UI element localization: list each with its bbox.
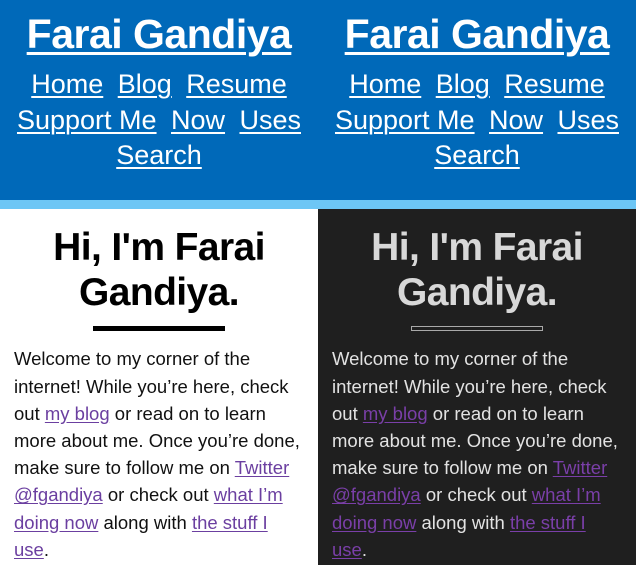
nav-item-uses-dark[interactable]: Uses: [557, 105, 619, 135]
hero-link-my-blog[interactable]: my blog: [45, 403, 110, 424]
site-title-link[interactable]: Farai Gandiya: [27, 11, 292, 57]
hero-divider-dark: [411, 326, 543, 332]
site-title-link-dark[interactable]: Farai Gandiya: [345, 11, 610, 57]
primary-navigation-dark: Home Blog Resume Support Me Now Uses Sea…: [318, 59, 636, 174]
hero-heading: Hi, I'm Farai Gandiya.: [53, 226, 265, 315]
nav-item-now[interactable]: Now: [171, 105, 225, 135]
nav-item-resume[interactable]: Resume: [186, 69, 287, 99]
site-header-dark: Farai Gandiya Home Blog Resume Support M…: [318, 0, 636, 200]
nav-item-search-dark[interactable]: Search: [434, 140, 520, 170]
hero-text-3-dark: or check out: [420, 484, 532, 506]
nav-item-blog-dark[interactable]: Blog: [436, 69, 490, 99]
hero-heading-dark: Hi, I'm Farai Gandiya.: [371, 226, 583, 315]
accent-strip-dark: [318, 200, 636, 209]
hero-text-4: along with: [98, 511, 192, 533]
dark-theme-pane: Farai Gandiya Home Blog Resume Support M…: [318, 0, 636, 565]
hero-paragraph: Welcome to my corner of the internet! Wh…: [14, 345, 304, 563]
hero-text-4-dark: along with: [416, 511, 510, 533]
main-content-light: Hi, I'm Farai Gandiya. Welcome to my cor…: [0, 209, 318, 565]
accent-strip: [0, 200, 318, 209]
site-title-dark: Farai Gandiya: [318, 8, 636, 59]
hero-text-3: or check out: [102, 484, 214, 506]
hero-text-5-dark: .: [361, 538, 367, 560]
nav-item-home[interactable]: Home: [31, 69, 103, 99]
hero-text-5: .: [43, 538, 49, 560]
nav-item-blog[interactable]: Blog: [118, 69, 172, 99]
nav-item-support-me[interactable]: Support Me: [17, 105, 157, 135]
nav-item-home-dark[interactable]: Home: [349, 69, 421, 99]
light-theme-pane: Farai Gandiya Home Blog Resume Support M…: [0, 0, 318, 565]
site-header-light: Farai Gandiya Home Blog Resume Support M…: [0, 0, 318, 200]
nav-item-resume-dark[interactable]: Resume: [504, 69, 605, 99]
site-title: Farai Gandiya: [0, 8, 318, 59]
nav-item-now-dark[interactable]: Now: [489, 105, 543, 135]
hero-paragraph-dark: Welcome to my corner of the internet! Wh…: [332, 345, 622, 563]
primary-navigation: Home Blog Resume Support Me Now Uses Sea…: [0, 59, 318, 174]
nav-item-support-me-dark[interactable]: Support Me: [335, 105, 475, 135]
main-content-dark: Hi, I'm Farai Gandiya. Welcome to my cor…: [318, 209, 636, 565]
nav-item-search[interactable]: Search: [116, 140, 202, 170]
hero-link-my-blog-dark[interactable]: my blog: [363, 403, 428, 424]
theme-comparison-viewport: Farai Gandiya Home Blog Resume Support M…: [0, 0, 636, 565]
nav-item-uses[interactable]: Uses: [239, 105, 301, 135]
hero-divider: [93, 326, 225, 332]
